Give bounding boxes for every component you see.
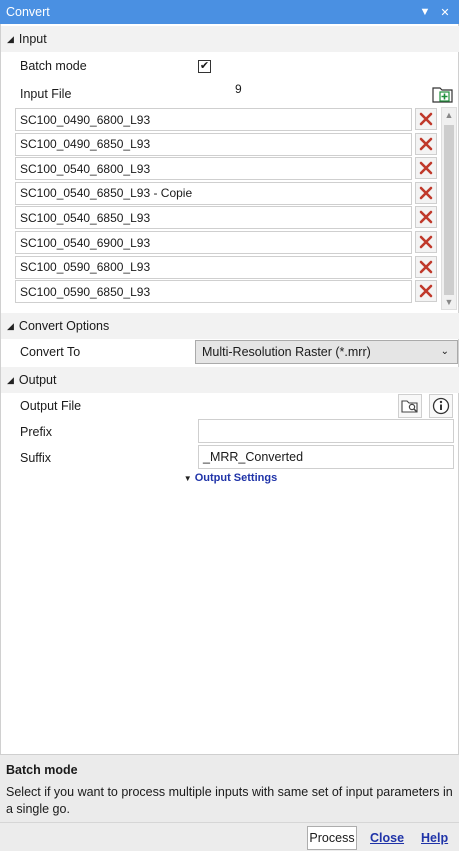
remove-file-button[interactable] <box>415 280 437 303</box>
convert-to-value: Multi-Resolution Raster (*.mrr) <box>202 345 371 359</box>
file-list-item: SC100_0490_6850_L93 <box>15 132 441 156</box>
browse-output-button[interactable] <box>398 394 422 418</box>
remove-file-button[interactable] <box>415 206 437 229</box>
remove-file-button[interactable] <box>415 108 437 130</box>
prefix-label: Prefix <box>20 425 52 439</box>
output-info-button[interactable] <box>429 394 453 418</box>
file-list-item: SC100_0540_6850_L93 - Copie <box>15 181 441 205</box>
window-menu-button[interactable]: ▼ <box>417 6 433 18</box>
scroll-up-icon[interactable]: ▲ <box>442 108 456 122</box>
expand-triangle-icon: ▼ <box>183 474 192 483</box>
output-file-label: Output File <box>20 399 82 413</box>
properties-panel: ◢ Input Batch mode ✔ Input File 9 SC100_… <box>0 24 459 754</box>
section-input-label: Input <box>18 32 47 46</box>
section-output-label: Output <box>18 373 57 387</box>
file-list-item: SC100_0540_6850_L93 <box>15 205 441 230</box>
remove-file-button[interactable] <box>415 255 437 278</box>
collapse-triangle-icon: ◢ <box>7 320 14 331</box>
file-name[interactable]: SC100_0590_6800_L93 <box>15 255 412 279</box>
close-link[interactable]: Close <box>370 831 404 845</box>
file-name[interactable]: SC100_0540_6850_L93 <box>15 206 412 230</box>
remove-x-icon <box>419 161 433 175</box>
window-close-button[interactable]: ✕ <box>437 6 453 19</box>
window-title: Convert <box>6 5 50 19</box>
collapse-triangle-icon: ◢ <box>7 374 14 385</box>
section-convert-options-header[interactable]: ◢ Convert Options <box>1 313 459 339</box>
footer-bar: Process Close Help <box>0 822 459 851</box>
browse-folder-icon <box>401 400 418 413</box>
remove-file-button[interactable] <box>415 157 437 180</box>
chevron-down-icon: ⌄ <box>440 346 449 357</box>
window-titlebar: Convert ▼ ✕ <box>0 0 459 24</box>
file-name[interactable]: SC100_0490_6850_L93 <box>15 132 412 156</box>
convert-to-label: Convert To <box>20 345 81 359</box>
remove-x-icon <box>419 235 433 249</box>
remove-x-icon <box>419 137 433 150</box>
remove-file-button[interactable] <box>415 132 437 155</box>
convert-to-row: Convert To Multi-Resolution Raster (*.mr… <box>15 339 458 365</box>
section-output-header[interactable]: ◢ Output <box>1 367 459 393</box>
output-settings-label: Output Settings <box>194 472 278 484</box>
add-folder-icon <box>432 87 453 103</box>
add-input-file-button[interactable] <box>431 82 455 106</box>
file-name[interactable]: SC100_0540_6900_L93 <box>15 231 412 254</box>
file-list-item: SC100_0590_6800_L93 <box>15 255 441 279</box>
prefix-input[interactable] <box>198 419 454 443</box>
remove-x-icon <box>419 186 433 200</box>
section-input-header[interactable]: ◢ Input <box>1 26 459 52</box>
file-name[interactable]: SC100_0540_6850_L93 - Copie <box>15 181 412 205</box>
input-file-list: SC100_0490_6800_L93 SC100_0490_6850_L93 SC… <box>15 107 441 310</box>
input-file-label: Input File <box>20 87 72 101</box>
suffix-input[interactable]: _MRR_Converted <box>198 445 454 469</box>
remove-x-icon <box>419 112 433 126</box>
help-title: Batch mode <box>6 763 78 777</box>
batch-mode-label: Batch mode <box>20 59 87 73</box>
file-list-item: SC100_0540_6800_L93 <box>15 156 441 181</box>
info-icon <box>432 397 450 415</box>
help-description: Select if you want to process multiple i… <box>6 785 453 816</box>
output-file-row: Output File <box>15 393 458 419</box>
file-list-item: SC100_0540_6900_L93 <box>15 230 441 254</box>
file-list-item: SC100_0490_6800_L93 <box>15 107 441 131</box>
input-file-count: 9 <box>235 82 242 96</box>
suffix-label: Suffix <box>20 451 52 465</box>
remove-x-icon <box>419 284 433 298</box>
section-convert-options-label: Convert Options <box>18 319 110 333</box>
file-name[interactable]: SC100_0540_6800_L93 <box>15 157 412 181</box>
help-link[interactable]: Help <box>421 831 448 845</box>
collapse-triangle-icon: ◢ <box>7 33 14 44</box>
output-settings-toggle[interactable]: ▼ Output Settings <box>1 472 459 484</box>
convert-to-select[interactable]: Multi-Resolution Raster (*.mrr) ⌄ <box>195 340 458 364</box>
file-name[interactable]: SC100_0490_6800_L93 <box>15 108 412 131</box>
file-name[interactable]: SC100_0590_6850_L93 <box>15 280 412 304</box>
checkmark-icon: ✔ <box>199 59 210 72</box>
remove-x-icon <box>419 260 433 273</box>
remove-file-button[interactable] <box>415 231 437 253</box>
batch-mode-checkbox[interactable]: ✔ <box>198 59 211 73</box>
file-list-scrollbar[interactable]: ▲ ▼ <box>441 107 457 310</box>
scroll-down-icon[interactable]: ▼ <box>442 295 456 309</box>
scrollbar-thumb[interactable] <box>444 125 454 295</box>
remove-file-button[interactable] <box>415 181 437 204</box>
help-area: Batch mode Select if you want to process… <box>0 754 459 822</box>
file-list-item: SC100_0590_6850_L93 <box>15 279 441 304</box>
batch-mode-row: Batch mode ✔ <box>15 53 458 79</box>
remove-x-icon <box>419 211 433 224</box>
process-button[interactable]: Process <box>307 826 357 850</box>
